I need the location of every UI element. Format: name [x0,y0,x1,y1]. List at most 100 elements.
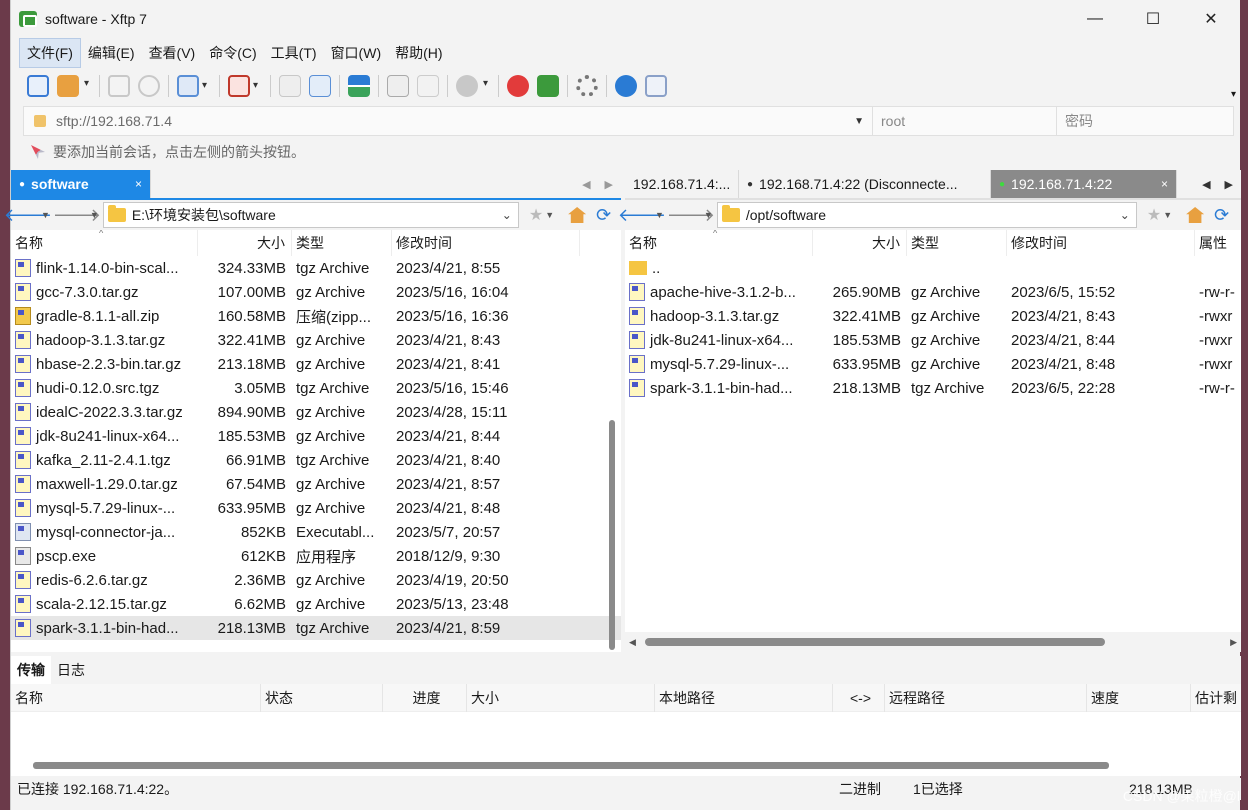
file-row[interactable]: mysql-5.7.29-linux-... 633.95MB gz Archive… [625,352,1241,376]
username-field[interactable]: root [873,107,1057,135]
back-dropdown-icon[interactable]: ▼ [655,210,664,220]
col-transfer-local-path[interactable]: 本地路径 [655,683,833,712]
menu-file[interactable]: 文件(F) [19,38,81,68]
col-mtime-header[interactable]: 修改时间 [1007,230,1195,256]
open-folder-icon[interactable] [57,75,89,97]
favorite-star-icon[interactable]: ★ [529,205,543,225]
home-icon[interactable] [568,207,587,223]
xftp-icon[interactable] [537,75,559,97]
tab-remote-1[interactable]: 192.168.71.4:... [625,170,739,198]
col-transfer-progress[interactable]: 进度 [383,683,467,712]
favorite-dropdown-icon[interactable]: ▼ [1163,210,1172,220]
col-type-header[interactable]: 类型 [292,230,392,256]
tab-scroll-left-icon[interactable]: ◀ [582,178,590,191]
file-row[interactable]: hadoop-3.1.3.tar.gz 322.41MB gz Archive 202… [625,304,1241,328]
file-row[interactable]: hudi-0.12.0.src.tgz 3.05MB tgz Archive 2023… [11,376,621,400]
file-row[interactable]: spark-3.1.1-bin-had... 218.13MB tgz Archiv… [625,376,1241,400]
back-arrow-icon[interactable]: 🡐 [4,205,52,225]
new-session-icon[interactable] [27,75,49,97]
col-transfer-speed[interactable]: 速度 [1087,683,1191,712]
file-row[interactable]: maxwell-1.29.0.tar.gz 67.54MB gz Archive 20… [11,472,621,496]
scroll-left-icon[interactable]: ◀ [629,637,636,648]
tab-close-icon[interactable]: × [125,177,142,191]
refresh-icon[interactable]: ⟳ [1214,205,1229,226]
forward-dropdown-icon[interactable]: ▼ [704,210,713,220]
file-row[interactable]: gradle-8.1.1-all.zip 160.58MB 压缩(zipp... 20… [11,304,621,328]
back-dropdown-icon[interactable]: ▼ [41,210,50,220]
col-type-header[interactable]: 类型 [907,230,1007,256]
menu-help[interactable]: 帮助(H) [388,39,449,67]
file-row[interactable]: mysql-5.7.29-linux-... 633.95MB gz Archive… [11,496,621,520]
copy-icon[interactable] [387,75,409,97]
remote-path-input[interactable]: /opt/software ⌄ [716,202,1137,228]
address-dropdown-icon[interactable]: ▼ [854,116,864,127]
maximize-button[interactable]: ☐ [1124,0,1182,38]
gear-icon[interactable] [576,75,598,97]
stop-icon[interactable] [456,75,488,97]
col-mtime-header[interactable]: 修改时间 [392,230,580,256]
col-name-header[interactable]: 名称 [11,230,198,256]
password-field[interactable]: 密码 [1057,107,1233,135]
col-transfer-remote-path[interactable]: 远程路径 [885,683,1087,712]
local-vertical-scrollbar[interactable] [609,420,615,650]
col-transfer-eta[interactable]: 估计剩 [1191,684,1241,712]
transfer-icon[interactable] [228,75,258,97]
forward-arrow-icon[interactable]: 🡒 [667,205,715,225]
tab-log[interactable]: 日志 [51,656,91,684]
col-transfer-size[interactable]: 大小 [467,683,655,712]
file-row[interactable]: jdk-8u241-linux-x64... 185.53MB gz Archive… [11,424,621,448]
tab-close-icon[interactable]: × [1151,177,1168,191]
new-file-icon[interactable] [279,75,301,97]
path-dropdown-icon[interactable]: ⌄ [502,208,512,222]
back-arrow-icon[interactable]: 🡐 [618,205,666,225]
col-transfer-name[interactable]: 名称 [11,683,261,712]
file-row[interactable]: scala-2.12.15.tar.gz 6.62MB gz Archive 2023… [11,592,621,616]
forward-arrow-icon[interactable]: 🡒 [53,205,101,225]
tab-remote-active[interactable]: ● 192.168.71.4:22 × [991,170,1177,198]
menu-command[interactable]: 命令(C) [202,39,263,67]
scroll-right-icon[interactable]: ▶ [1230,637,1237,648]
add-session-arrow-icon[interactable] [31,145,45,159]
tab-transfer[interactable]: 传输 [11,656,51,684]
host-address-field[interactable]: sftp://192.168.71.4 ▼ [24,107,873,135]
sync-icon[interactable] [348,75,370,97]
col-transfer-status[interactable]: 状态 [261,683,383,712]
local-path-input[interactable]: E:\环境安装包\software ⌄ [102,202,519,228]
menu-tools[interactable]: 工具(T) [264,39,324,67]
remote-horizontal-scrollbar[interactable]: ◀ ▶ [625,632,1241,652]
file-row[interactable]: hadoop-3.1.3.tar.gz 322.41MB gz Archive 202… [11,328,621,352]
col-size-header[interactable]: 大小 [813,230,907,256]
help-icon[interactable] [615,75,637,97]
menu-edit[interactable]: 编辑(E) [81,39,142,67]
paste-icon[interactable] [417,75,439,97]
upload-icon[interactable] [309,75,331,97]
menu-view[interactable]: 查看(V) [142,39,203,67]
tab-remote-disconnected[interactable]: ● 192.168.71.4:22 (Disconnecte... [739,170,991,198]
path-dropdown-icon[interactable]: ⌄ [1120,208,1130,222]
menu-window[interactable]: 窗口(W) [324,39,389,67]
connect-icon[interactable] [108,75,130,97]
favorite-star-icon[interactable]: ★ [1147,205,1161,225]
file-row[interactable]: mysql-connector-ja... 852KB Executabl... 20… [11,520,621,544]
file-row[interactable]: spark-3.1.1-bin-had... 218.13MB tgz Archiv… [11,616,621,640]
disconnect-icon[interactable] [138,75,160,97]
tab-scroll-right-icon[interactable]: ▶ [605,178,613,191]
file-row[interactable]: pscp.exe 612KB 应用程序 2018/12/9, 9:30 [11,544,621,568]
close-button[interactable]: ✕ [1182,0,1240,38]
col-attr-header[interactable]: 属性 [1195,230,1241,256]
file-row[interactable]: flink-1.14.0-bin-scal... 324.33MB tgz Arch… [11,256,621,280]
file-row[interactable]: hbase-2.2.3-bin.tar.gz 213.18MB gz Archive… [11,352,621,376]
file-row[interactable]: apache-hive-3.1.2-b... 265.90MB gz Archive… [625,280,1241,304]
transfer-horizontal-scrollbar[interactable] [33,762,1109,769]
tab-scroll-right-icon[interactable]: ▶ [1225,178,1233,191]
minimize-button[interactable]: — [1066,0,1124,38]
col-name-header[interactable]: 名称 [625,230,813,256]
favorite-dropdown-icon[interactable]: ▼ [545,210,554,220]
refresh-icon[interactable]: ⟳ [596,205,611,226]
chat-icon[interactable] [645,75,667,97]
new-window-icon[interactable] [177,75,207,97]
col-size-header[interactable]: 大小 [198,230,292,256]
tab-local-software[interactable]: ● software × [11,170,151,198]
file-row[interactable]: kafka_2.11-2.4.1.tgz 66.91MB tgz Archive 20… [11,448,621,472]
home-icon[interactable] [1186,207,1205,223]
